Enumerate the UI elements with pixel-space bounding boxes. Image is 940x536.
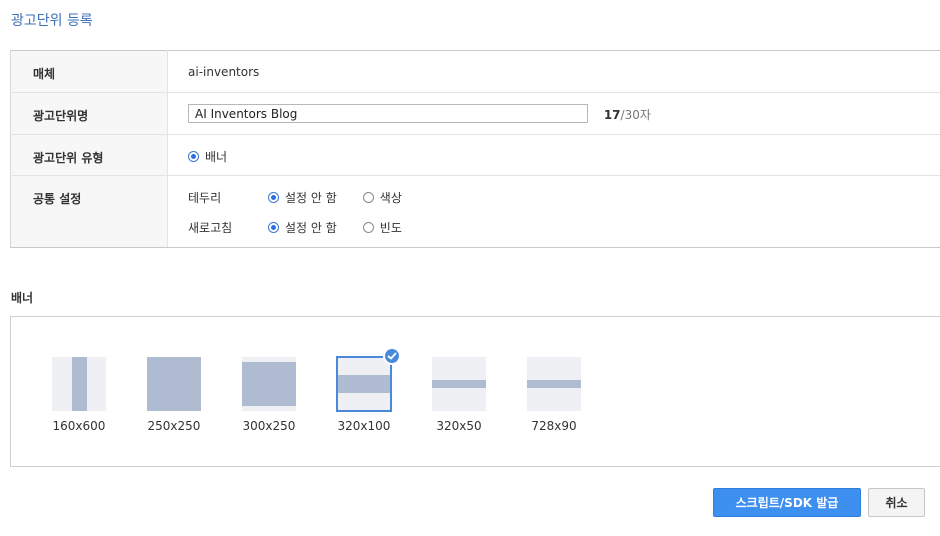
radio-selected-icon [188, 150, 199, 162]
border-color-label: 색상 [379, 190, 402, 205]
banner-size-250x250[interactable]: 250x250 [146, 357, 202, 433]
banner-size-320x50[interactable]: 320x50 [431, 357, 487, 433]
banner-section-title: 배너 [11, 291, 34, 305]
char-count-current: 17 [603, 107, 621, 122]
banner-size-thumbnail [336, 347, 401, 412]
banner-size-160x600[interactable]: 160x600 [51, 357, 107, 433]
char-counter: 17/30자 [604, 106, 651, 123]
banner-size-label: 250x250 [147, 419, 201, 433]
radio-unselected-icon [362, 191, 374, 203]
ad-unit-type-banner-radio[interactable]: 배너 [188, 148, 227, 165]
check-icon [383, 347, 401, 365]
issue-script-sdk-button[interactable]: 스크립트/SDK 발급 [713, 488, 861, 517]
page-title: 광고단위 등록 [11, 13, 93, 29]
ad-unit-name-label: 광고단위명 [10, 92, 168, 135]
border-none-label: 설정 안 함 [285, 190, 337, 205]
cancel-button[interactable]: 취소 [868, 488, 925, 517]
char-count-max: /30자 [620, 107, 651, 122]
border-setting: 테두리 설정 안 함 색상 [188, 187, 940, 207]
ad-unit-name-input[interactable] [188, 104, 588, 123]
banner-size-label: 320x100 [337, 419, 391, 433]
radio-unselected-icon [362, 221, 374, 233]
form-row-common-settings: 공통 설정 테두리 설정 안 함 색상 새로고침 설정 안 함 빈도 [10, 175, 940, 248]
radio-selected-icon [268, 221, 279, 233]
ad-unit-type-banner-label: 배너 [205, 149, 228, 164]
refresh-none-radio[interactable]: 설정 안 함 [268, 219, 337, 236]
border-label: 테두리 [188, 190, 222, 205]
form-row-ad-unit-name: 광고단위명 17/30자 [10, 92, 940, 135]
banner-size-label: 728x90 [531, 419, 577, 433]
border-none-radio[interactable]: 설정 안 함 [268, 189, 337, 206]
banner-size-label: 320x50 [436, 419, 482, 433]
border-color-radio[interactable]: 색상 [362, 189, 402, 206]
banner-size-thumbnail [147, 357, 201, 411]
refresh-label: 새로고침 [188, 220, 233, 235]
banner-size-300x250[interactable]: 300x250 [241, 357, 297, 433]
common-settings-label: 공통 설정 [10, 175, 168, 248]
media-label: 매체 [10, 50, 168, 93]
banner-size-thumbnail [52, 357, 106, 411]
banner-size-picker: 160x600 250x250 300x250 320x100 320x50 7… [10, 316, 940, 467]
refresh-setting: 새로고침 설정 안 함 빈도 [188, 217, 940, 237]
refresh-frequency-label: 빈도 [379, 220, 402, 235]
banner-size-thumbnail [242, 357, 296, 411]
banner-size-thumbnail [432, 357, 486, 411]
refresh-frequency-radio[interactable]: 빈도 [362, 219, 402, 236]
banner-size-thumbnail [527, 357, 581, 411]
banner-size-728x90[interactable]: 728x90 [526, 357, 582, 433]
ad-unit-form: 매체 ai-inventors 광고단위명 17/30자 광고단위 유형 배너 … [10, 50, 940, 248]
form-row-ad-unit-type: 광고단위 유형 배너 [10, 134, 940, 176]
form-row-media: 매체 ai-inventors [10, 50, 940, 93]
ad-unit-type-label: 광고단위 유형 [10, 134, 168, 176]
refresh-none-label: 설정 안 함 [285, 220, 337, 235]
media-value: ai-inventors [188, 65, 260, 79]
banner-size-label: 160x600 [52, 419, 106, 433]
radio-selected-icon [268, 191, 279, 203]
banner-size-320x100[interactable]: 320x100 [336, 347, 401, 433]
banner-size-label: 300x250 [242, 419, 296, 433]
